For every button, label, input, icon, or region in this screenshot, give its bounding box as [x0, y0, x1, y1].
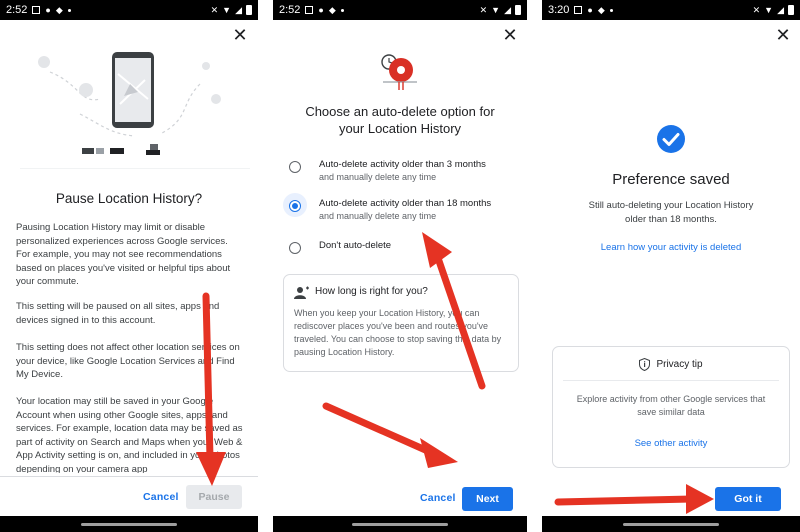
saved-message: Still auto-deleting your Location Histor… — [542, 199, 800, 226]
location-icon: ● — [45, 4, 51, 15]
paragraph-google-account: Your location may still be saved in your… — [16, 396, 243, 473]
nfc-icon: ◆ — [328, 4, 336, 15]
divider — [0, 476, 258, 477]
status-bar: 3:20 ● ◆ ✕ ▼ ◢ — [542, 0, 800, 20]
mute-icon: ✕ — [210, 4, 219, 15]
status-bar: 2:52 ● ◆ ✕ ▼ ◢ — [0, 0, 258, 20]
wifi-icon: ▼ — [764, 4, 774, 15]
option-label: Auto-delete activity older than 18 month… — [319, 198, 492, 209]
got-it-button[interactable]: Got it — [715, 487, 781, 511]
learn-how-activity-deleted-link[interactable]: Learn how your activity is deleted — [542, 242, 800, 253]
option-18-months[interactable]: Auto-delete activity older than 18 month… — [283, 193, 519, 223]
option-label: Don't auto-delete — [319, 240, 392, 251]
nfc-icon: ◆ — [55, 4, 63, 15]
privacy-tip-card: Privacy tip Explore activity from other … — [552, 346, 790, 468]
option-label: Auto-delete activity older than 3 months — [319, 159, 486, 170]
status-bar: 2:52 ● ◆ ✕ ▼ ◢ — [273, 0, 527, 20]
tip-body: When you keep your Location History, you… — [294, 308, 502, 357]
cancel-button[interactable]: Cancel — [143, 491, 179, 503]
privacy-tip-body: Explore activity from other Google servi… — [553, 393, 789, 418]
notification-dot-icon — [609, 8, 613, 12]
paragraph-personalization: Pausing Location History may limit or di… — [16, 222, 231, 288]
notification-dot-icon — [67, 8, 71, 12]
signal-icon: ◢ — [235, 4, 242, 15]
dialog-title-line2: your Location History — [338, 121, 462, 136]
dialog-title: Preference saved — [612, 171, 730, 188]
mute-icon: ✕ — [752, 4, 761, 15]
location-icon: ● — [318, 4, 324, 15]
privacy-tip-body-line2: save similar data — [637, 406, 705, 417]
radio-18-months-selected[interactable] — [289, 200, 301, 212]
dialog-title: Pause Location History? — [55, 191, 203, 206]
tip-heading: How long is right for you? — [315, 286, 428, 297]
privacy-tip-heading: Privacy tip — [656, 359, 703, 370]
privacy-tip-header: Privacy tip — [553, 358, 789, 371]
close-icon[interactable]: ✕ — [501, 26, 519, 44]
image-icon — [574, 6, 583, 14]
location-history-illustration — [20, 52, 250, 169]
radio-dont-auto-delete[interactable] — [289, 242, 301, 254]
signal-icon: ◢ — [777, 4, 784, 15]
option-sublabel: and manually delete any time — [319, 211, 437, 221]
navigation-bar — [273, 516, 527, 532]
privacy-tip-body-line1: Explore activity from other Google servi… — [576, 394, 766, 404]
option-dont-auto-delete[interactable]: Don't auto-delete — [289, 239, 519, 259]
see-other-activity-link[interactable]: See other activity — [553, 438, 789, 449]
wifi-icon: ▼ — [491, 4, 501, 15]
pause-location-history-screen: 2:52 ● ◆ ✕ ▼ ◢ ✕ Pause Location History?… — [0, 0, 258, 532]
radio-3-months[interactable] — [289, 161, 301, 173]
image-icon — [305, 6, 314, 14]
check-circle-icon — [657, 125, 685, 153]
people-icon — [294, 286, 309, 299]
saved-message-line1: Still auto-deleting your Location Histor… — [588, 200, 754, 211]
tip-card: How long is right for you? When you keep… — [283, 274, 519, 372]
close-icon[interactable]: ✕ — [774, 26, 792, 44]
location-icon: ● — [587, 4, 593, 15]
wifi-icon: ▼ — [222, 4, 232, 15]
auto-delete-options-screen: 2:52 ● ◆ ✕ ▼ ◢ ✕ Choose an auto-delete o… — [273, 0, 527, 532]
status-time: 2:52 — [279, 4, 301, 16]
battery-icon — [515, 5, 521, 15]
next-button[interactable]: Next — [462, 487, 513, 511]
option-3-months[interactable]: Auto-delete activity older than 3 months… — [289, 158, 519, 184]
home-pill[interactable] — [352, 522, 448, 526]
notification-dot-icon — [340, 8, 344, 12]
paragraph-other-location-services: This setting does not affect other locat… — [16, 342, 240, 381]
shield-info-icon — [639, 358, 651, 371]
nfc-icon: ◆ — [597, 4, 605, 15]
paragraph-all-devices: This setting will be paused on all sites… — [16, 301, 220, 326]
navigation-bar — [542, 516, 800, 532]
status-time: 3:20 — [548, 4, 570, 16]
status-time: 2:52 — [6, 4, 28, 16]
saved-message-line2: older than 18 months. — [625, 213, 717, 225]
option-sublabel: and manually delete any time — [319, 172, 437, 182]
battery-icon — [246, 5, 252, 15]
dialog-title-line1: Choose an auto-delete option for — [305, 104, 495, 119]
close-icon[interactable]: ✕ — [231, 26, 249, 44]
auto-delete-illustration — [381, 54, 417, 90]
pause-button[interactable]: Pause — [186, 485, 242, 509]
divider — [563, 380, 779, 381]
home-pill[interactable] — [81, 522, 177, 526]
mute-icon: ✕ — [479, 4, 488, 15]
image-icon — [32, 6, 41, 14]
cancel-button[interactable]: Cancel — [420, 492, 456, 504]
battery-icon — [788, 5, 794, 15]
preference-saved-screen: 3:20 ● ◆ ✕ ▼ ◢ ✕ Preference saved Still … — [542, 0, 800, 532]
signal-icon: ◢ — [504, 4, 511, 15]
home-pill[interactable] — [623, 522, 719, 526]
navigation-bar — [0, 516, 258, 532]
